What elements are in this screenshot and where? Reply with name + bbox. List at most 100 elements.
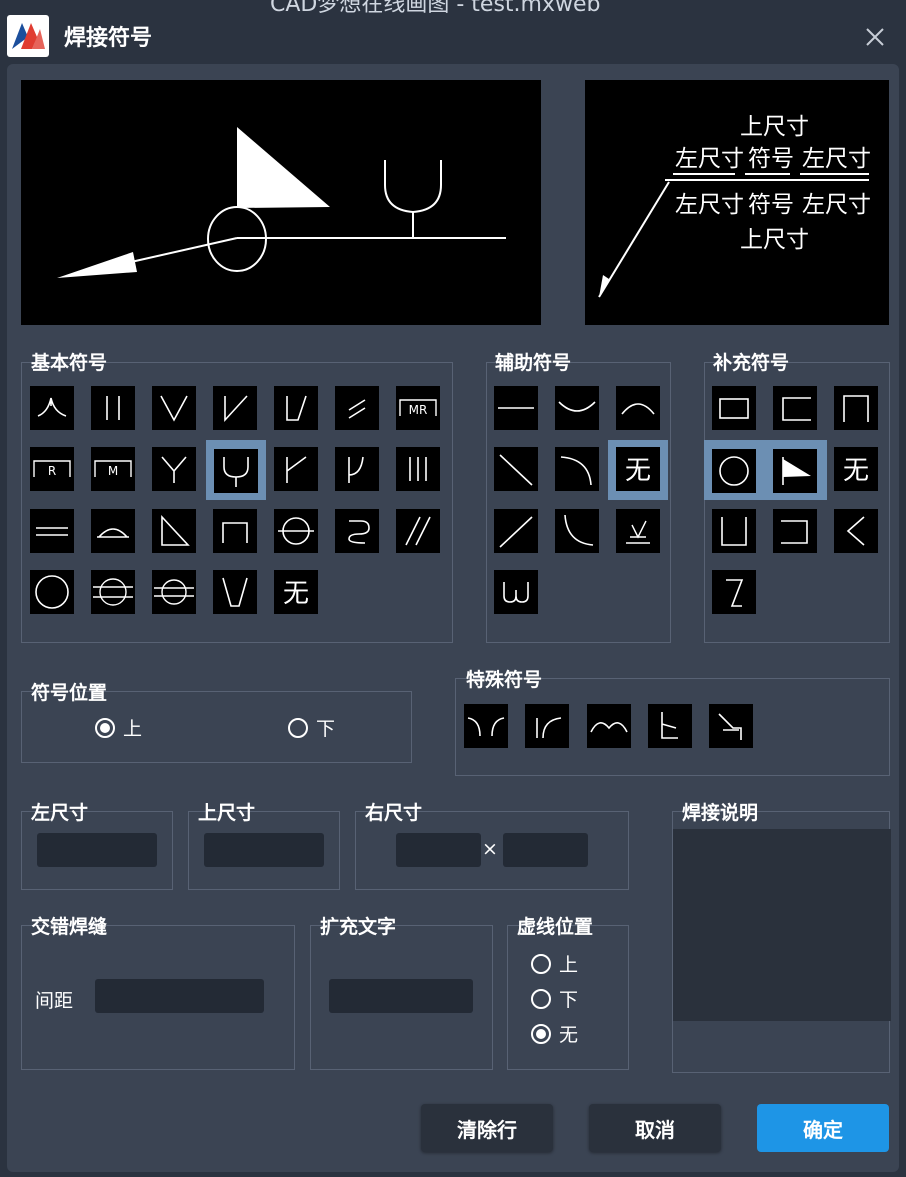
left-dim-label: 左尺寸 (31, 802, 89, 824)
basic-symbol-circle[interactable] (30, 570, 74, 614)
basic-symbol-seam-2[interactable] (152, 570, 196, 614)
app-logo-icon (7, 15, 49, 57)
basic-symbol-m-backing[interactable]: M (91, 447, 135, 491)
special-symbol-bevel-step[interactable] (648, 704, 692, 748)
basic-symbol-surfacing[interactable] (91, 509, 135, 553)
preview-left-size-upper: 左尺寸 (675, 146, 744, 172)
basic-symbol-slant[interactable] (335, 386, 379, 430)
special-symbol-flare-bevel[interactable] (525, 704, 569, 748)
symbol-position-label: 符号位置 (31, 682, 108, 704)
dash-up-radio[interactable]: 上 (531, 950, 578, 977)
preview-bottom-size: 上尺寸 (740, 227, 809, 253)
right-dim-label: 右尺寸 (365, 802, 423, 824)
aux-symbol-concave[interactable] (555, 386, 599, 430)
supp-symbol-none[interactable]: 无 (834, 447, 878, 491)
supp-symbol-chevron[interactable] (834, 509, 878, 553)
basic-symbol-flange[interactable] (30, 386, 74, 430)
supp-symbol-flag[interactable] (773, 449, 817, 493)
basic-symbol-r-backing[interactable]: R (30, 447, 74, 491)
supp-symbol-z[interactable] (712, 570, 756, 614)
preview-right-size-lower: 左尺寸 (802, 192, 871, 218)
aux-symbol-convex[interactable] (616, 386, 660, 430)
supp-symbol-open-left[interactable] (773, 509, 817, 553)
basic-symbol-y-groove[interactable] (152, 447, 196, 491)
basic-symbol-none[interactable]: 无 (274, 570, 318, 614)
dash-none-radio[interactable]: 无 (531, 1020, 578, 1047)
supp-symbol-open-top[interactable] (712, 509, 756, 553)
ext-text-input[interactable] (329, 979, 473, 1013)
basic-symbol-bevel-broad-root[interactable] (274, 386, 318, 430)
cancel-button[interactable]: 取消 (589, 1104, 721, 1152)
basic-symbol-square-butt[interactable] (91, 386, 135, 430)
basic-symbol-mr[interactable]: MR (396, 386, 440, 430)
weld-preview-canvas (21, 80, 541, 325)
svg-text:R: R (48, 464, 56, 478)
title-bar: CAD梦想在线画图 - test.mxweb 焊接符号 (0, 0, 906, 68)
preview-left-size-lower: 左尺寸 (675, 192, 744, 218)
aux-symbol-flat[interactable] (494, 386, 538, 430)
staggered-weld-label: 交错焊缝 (31, 916, 108, 938)
special-symbol-arrow-step[interactable] (709, 704, 753, 748)
radio-unchecked-icon (531, 988, 551, 1009)
aux-symbol-label: 辅助符号 (495, 352, 572, 374)
aux-symbol-check-angle[interactable] (616, 509, 660, 553)
spacing-label: 间距 (35, 990, 74, 1012)
svg-text:MR: MR (409, 403, 428, 417)
preview-right-size-upper: 左尺寸 (802, 146, 871, 172)
basic-symbol-spot[interactable] (274, 509, 318, 553)
close-icon[interactable] (860, 22, 890, 52)
ok-button[interactable]: 确定 (757, 1104, 889, 1152)
supp-symbol-open-bottom[interactable] (834, 386, 878, 430)
basic-symbol-single-bevel-root[interactable] (274, 447, 318, 491)
special-symbol-double-arc[interactable] (587, 704, 631, 748)
aux-symbol-double-hook[interactable] (494, 570, 538, 614)
basic-symbol-bevel[interactable] (213, 386, 257, 430)
top-dim-label: 上尺寸 (198, 802, 256, 824)
spacing-input[interactable] (95, 979, 264, 1013)
special-symbol-label: 特殊符号 (466, 669, 543, 691)
dash-down-radio[interactable]: 下 (531, 985, 578, 1012)
aux-symbol-curve-up[interactable] (555, 509, 599, 553)
svg-text:无: 无 (625, 456, 651, 486)
basic-symbol-stud[interactable] (335, 509, 379, 553)
times-sign: × (482, 838, 498, 860)
right-dim-input-a[interactable] (396, 833, 481, 867)
preview-symbol-lower: 符号 (748, 192, 794, 218)
clear-row-button[interactable]: 清除行 (421, 1104, 553, 1152)
aux-symbol-none[interactable]: 无 (616, 447, 660, 491)
weld-desc-textarea[interactable] (673, 829, 891, 1021)
basic-symbol-v-groove[interactable] (152, 386, 196, 430)
weld-desc-label: 焊接说明 (682, 802, 759, 824)
top-dim-input[interactable] (204, 833, 324, 867)
supp-symbol-open-right[interactable] (773, 386, 817, 430)
position-up-radio[interactable]: 上 (95, 714, 142, 741)
supp-symbol-circle[interactable] (712, 449, 756, 493)
left-dim-input[interactable] (37, 833, 157, 867)
aux-symbol-diag-down[interactable] (494, 447, 538, 491)
position-down-radio[interactable]: 下 (288, 714, 335, 741)
basic-symbol-triple-line[interactable] (396, 447, 440, 491)
right-dim-input-b[interactable] (503, 833, 588, 867)
supp-symbol-square[interactable] (712, 386, 756, 430)
radio-unchecked-icon (288, 717, 308, 738)
aux-symbol-diag-up[interactable] (494, 509, 538, 553)
supp-symbol-label: 补充符号 (713, 352, 790, 374)
basic-symbol-seam[interactable] (91, 570, 135, 614)
basic-symbol-label: 基本符号 (31, 352, 108, 374)
special-symbol-double-flare[interactable] (464, 704, 508, 748)
basic-symbol-u-groove[interactable] (214, 449, 258, 493)
preview-top-size: 上尺寸 (740, 114, 809, 140)
radio-checked-icon (95, 717, 115, 738)
label-layout-preview: 上尺寸 左尺寸 符号 左尺寸 左尺寸 符号 左尺寸 上尺寸 (585, 80, 889, 325)
aux-symbol-curve-down[interactable] (555, 447, 599, 491)
basic-symbol-fillet[interactable] (152, 509, 196, 553)
basic-symbol-j-groove[interactable] (335, 447, 379, 491)
basic-symbol-steep-v[interactable] (213, 570, 257, 614)
dash-position-label: 虚线位置 (517, 916, 594, 938)
radio-unchecked-icon (531, 953, 551, 974)
basic-symbol-double-slant[interactable] (396, 509, 440, 553)
background-window-title: CAD梦想在线画图 - test.mxweb (270, 0, 601, 17)
basic-symbol-double-line[interactable] (30, 509, 74, 553)
svg-text:M: M (108, 464, 118, 478)
basic-symbol-plug[interactable] (213, 509, 257, 553)
